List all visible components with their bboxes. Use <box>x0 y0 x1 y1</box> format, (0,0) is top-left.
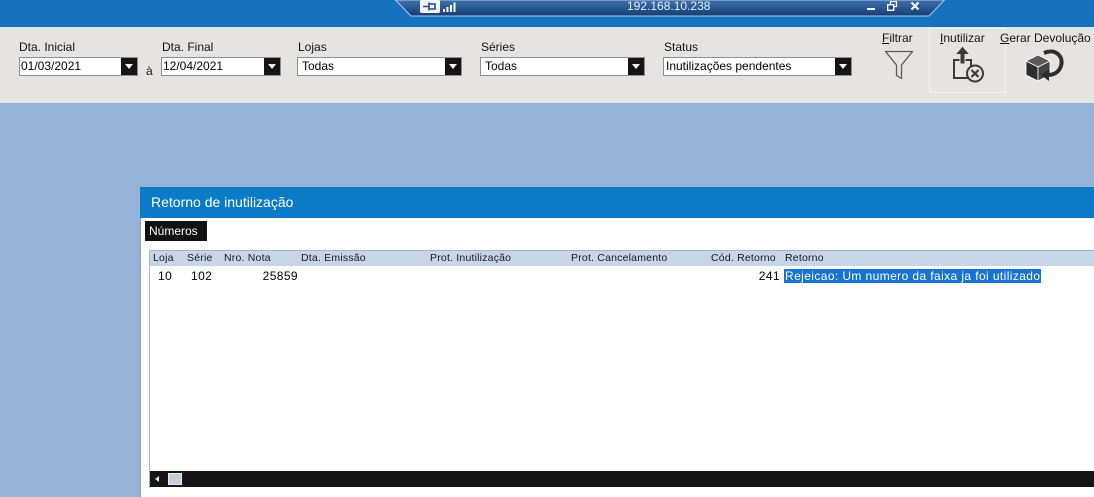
series-value[interactable]: Todas <box>485 58 517 75</box>
stores-select[interactable]: Todas <box>297 57 462 76</box>
dropdown-arrow-icon[interactable] <box>628 58 644 75</box>
tab-numeros[interactable]: Números <box>145 221 207 241</box>
dropdown-arrow-icon[interactable] <box>445 58 461 75</box>
remote-host-address: 192.168.10.238 <box>627 0 711 13</box>
horizontal-scrollbar[interactable] <box>150 471 1094 487</box>
box-cancel-icon[interactable] <box>951 45 987 83</box>
funnel-icon[interactable] <box>884 49 914 81</box>
selected-cell-text[interactable]: Rejeicao: Um numero da faixa ja foi util… <box>784 269 1042 283</box>
date-end-label: Dta. Final <box>162 40 214 54</box>
column-header-serie[interactable]: Série <box>187 251 213 266</box>
date-start-field[interactable]: 01/03/2021 <box>19 57 138 76</box>
series-label: Séries <box>481 40 516 54</box>
stores-label: Lojas <box>298 40 327 54</box>
dropdown-arrow-icon[interactable] <box>264 58 280 75</box>
series-select[interactable]: Todas <box>480 57 645 76</box>
restore-icon[interactable] <box>887 1 898 11</box>
column-header-prot-cancelamento[interactable]: Prot. Cancelamento <box>571 251 667 266</box>
column-header-dta-emissao[interactable]: Dta. Emissão <box>301 251 366 266</box>
status-value[interactable]: Inutilizações pendentes <box>666 58 791 75</box>
cell-loja[interactable]: 10 <box>158 268 172 284</box>
stores-value[interactable]: Todas <box>302 58 334 75</box>
cell-nro-nota[interactable]: 25859 <box>221 268 298 284</box>
status-label: Status <box>664 40 699 54</box>
scrollbar-thumb[interactable] <box>168 473 182 485</box>
cell-retorno[interactable]: Rejeicao: Um numero da faixa ja foi util… <box>784 268 1042 284</box>
column-header-loja[interactable]: Loja <box>153 251 174 266</box>
scroll-left-arrow-icon[interactable] <box>155 476 159 482</box>
close-icon[interactable] <box>910 1 920 11</box>
date-end-field[interactable]: 12/04/2021 <box>161 57 281 76</box>
cell-serie[interactable]: 102 <box>191 268 212 284</box>
dropdown-arrow-icon[interactable] <box>835 58 851 75</box>
column-header-cod-retorno[interactable]: Cód. Retorno <box>711 251 776 266</box>
gerar-devolucao-button-label: Gerar Devolução <box>1000 31 1091 45</box>
minimize-icon[interactable] <box>866 1 876 11</box>
pin-icon[interactable] <box>420 0 440 13</box>
box-return-icon[interactable] <box>1024 47 1066 83</box>
column-header-retorno[interactable]: Retorno <box>785 251 824 266</box>
results-grid <box>149 250 1094 488</box>
date-range-separator: à <box>146 64 153 78</box>
signal-bars-icon <box>443 2 456 12</box>
date-end-value[interactable]: 12/04/2021 <box>163 58 223 75</box>
cell-cod-retorno[interactable]: 241 <box>709 268 780 284</box>
date-start-label: Dta. Inicial <box>19 40 76 54</box>
gerar-devolucao-button[interactable]: Gerar Devolução <box>996 28 1094 92</box>
column-header-prot-inutilizacao[interactable]: Prot. Inutilização <box>430 251 511 266</box>
column-header-nro-nota[interactable]: Nro. Nota <box>224 251 271 266</box>
filter-button-label: Filtrar <box>882 31 913 45</box>
status-select[interactable]: Inutilizações pendentes <box>663 57 852 76</box>
date-start-value[interactable]: 01/03/2021 <box>21 58 81 75</box>
panel-title: Retorno de inutilização <box>151 194 294 210</box>
dropdown-arrow-icon[interactable] <box>121 58 137 75</box>
inutilizar-button[interactable]: Inutilizar <box>929 28 1006 93</box>
filter-button[interactable]: Filtrar <box>876 28 924 92</box>
inutilizar-button-label: Inutilizar <box>940 31 985 45</box>
